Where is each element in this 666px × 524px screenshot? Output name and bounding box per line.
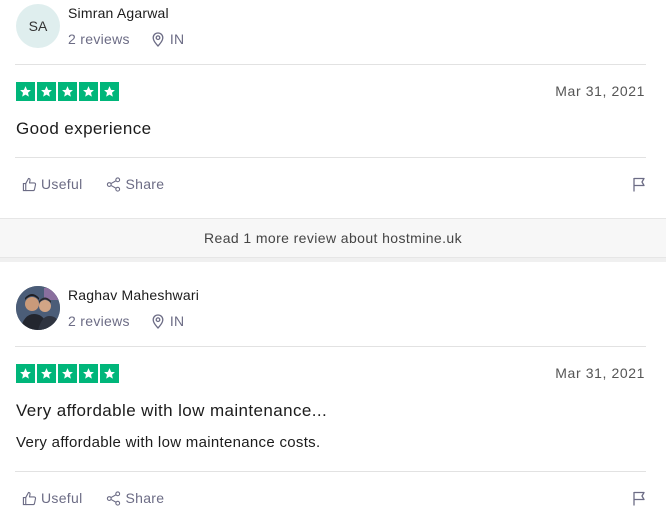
- reviewer-info: Raghav Maheshwari 2 reviews IN: [68, 287, 199, 329]
- reviews-page: SA Simran Agarwal 2 reviews IN Mar 31, 2…: [0, 0, 666, 524]
- reviewer-meta: 2 reviews IN: [68, 31, 184, 47]
- review-card: SA Simran Agarwal 2 reviews IN Mar 31, 2…: [0, 0, 666, 218]
- read-more-label: Read 1 more review about hostmine.uk: [204, 230, 462, 246]
- reviewer-location: IN: [152, 313, 185, 329]
- star-icon: [16, 82, 35, 101]
- review-card: Raghav Maheshwari 2 reviews IN Mar 31, 2…: [0, 262, 666, 524]
- star-rating: [16, 364, 121, 383]
- star-icon: [37, 82, 56, 101]
- divider: [15, 471, 646, 472]
- thumbs-up-icon: [22, 491, 37, 505]
- reviewer-location: IN: [152, 31, 185, 47]
- flag-icon: [633, 491, 645, 506]
- reviewer-name[interactable]: Raghav Maheshwari: [68, 287, 199, 303]
- avatar-photo-icon: [16, 286, 60, 330]
- divider: [15, 346, 646, 347]
- review-text: Very affordable with low maintenance cos…: [16, 434, 321, 451]
- share-label: Share: [125, 176, 165, 192]
- country-code: IN: [169, 31, 185, 47]
- review-title[interactable]: Good experience: [16, 119, 151, 139]
- useful-button[interactable]: Useful: [22, 490, 82, 506]
- review-count: 2 reviews: [68, 31, 130, 47]
- star-icon: [16, 364, 35, 383]
- divider: [15, 64, 646, 65]
- star-icon: [100, 364, 119, 383]
- useful-button[interactable]: Useful: [22, 176, 82, 192]
- star-icon: [58, 82, 77, 101]
- star-icon: [58, 364, 77, 383]
- share-button[interactable]: Share: [106, 176, 164, 192]
- report-button[interactable]: [632, 491, 646, 511]
- location-pin-icon: [152, 313, 164, 329]
- star-rating: [16, 82, 121, 101]
- review-date: Mar 31, 2021: [555, 365, 645, 381]
- avatar-initials: SA: [28, 18, 48, 34]
- star-icon: [37, 364, 56, 383]
- reviewer-info: Simran Agarwal 2 reviews IN: [68, 5, 184, 47]
- star-icon: [100, 82, 119, 101]
- review-date: Mar 31, 2021: [555, 83, 645, 99]
- share-button[interactable]: Share: [106, 490, 164, 506]
- reviewer-meta: 2 reviews IN: [68, 313, 199, 329]
- share-icon: [107, 176, 121, 192]
- avatar[interactable]: [16, 286, 60, 330]
- thumbs-up-icon: [22, 177, 37, 191]
- review-count: 2 reviews: [68, 313, 130, 329]
- flag-icon: [633, 177, 645, 192]
- report-button[interactable]: [632, 177, 646, 197]
- useful-label: Useful: [41, 490, 83, 506]
- read-more-link[interactable]: Read 1 more review about hostmine.uk: [0, 218, 666, 258]
- review-title[interactable]: Very affordable with low maintenance...: [16, 401, 327, 421]
- divider: [15, 157, 646, 158]
- review-actions: Useful Share: [22, 490, 188, 506]
- star-icon: [79, 82, 98, 101]
- share-label: Share: [125, 490, 165, 506]
- reviewer-header[interactable]: SA Simran Agarwal 2 reviews IN: [16, 4, 184, 48]
- location-pin-icon: [152, 31, 164, 47]
- share-icon: [107, 490, 121, 506]
- avatar[interactable]: SA: [16, 4, 60, 48]
- country-code: IN: [169, 313, 185, 329]
- star-icon: [79, 364, 98, 383]
- reviewer-header[interactable]: Raghav Maheshwari 2 reviews IN: [16, 286, 199, 330]
- useful-label: Useful: [41, 176, 83, 192]
- review-actions: Useful Share: [22, 176, 188, 192]
- reviewer-name[interactable]: Simran Agarwal: [68, 5, 184, 21]
